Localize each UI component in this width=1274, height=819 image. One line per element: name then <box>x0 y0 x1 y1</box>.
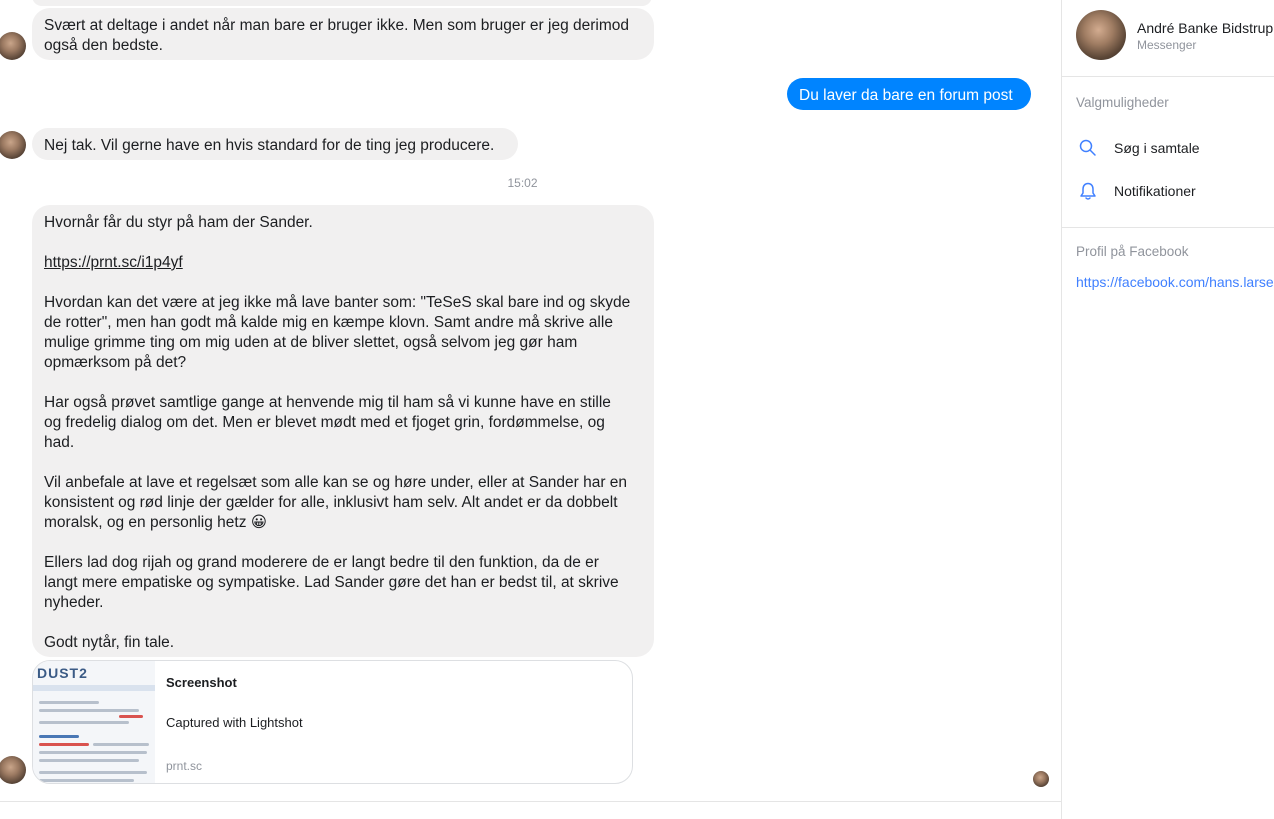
contact-avatar[interactable] <box>0 756 26 784</box>
contact-avatar[interactable] <box>0 32 26 60</box>
message-paragraph: Hvornår får du styr på ham der Sander. <box>44 214 313 231</box>
message-bubble: Nej tak. Vil gerne have en hvis standard… <box>32 128 518 160</box>
link-preview-description: Captured with Lightshot <box>166 715 303 730</box>
thumbnail-line <box>39 759 139 762</box>
message-bubble-outgoing: Du laver da bare en forum post <box>787 78 1031 110</box>
notifications-option[interactable]: Notifikationer <box>1076 177 1274 205</box>
facebook-profile-heading: Profil på Facebook <box>1076 244 1189 259</box>
thumbnail-line <box>93 743 149 746</box>
thumbnail-line <box>39 779 134 782</box>
thumbnail-logo: DUST2 <box>37 665 88 681</box>
divider <box>1062 76 1274 77</box>
message-bubble-long: Hvornår får du styr på ham der Sander. h… <box>32 205 654 657</box>
message-bubble: Svært at deltage i andet når man bare er… <box>32 8 654 60</box>
message-paragraph: Godt nytår, fin tale. <box>44 634 175 651</box>
link-preview-domain: prnt.sc <box>166 759 203 773</box>
profile-name[interactable]: André Banke Bidstrup <box>1137 20 1273 36</box>
message-timestamp: 15:02 <box>507 176 538 190</box>
thumbnail-line <box>119 715 143 718</box>
message-paragraph: Hvordan kan det være at jeg ikke må lave… <box>44 294 631 371</box>
thumbnail-line <box>39 701 99 704</box>
search-conversation-label: Søg i samtale <box>1114 140 1200 156</box>
previous-message-bubble <box>32 0 652 6</box>
options-heading: Valgmuligheder <box>1076 95 1169 110</box>
conversation-info-panel: André Banke Bidstrup Messenger Valgmulig… <box>1061 0 1274 819</box>
grinning-emoji-icon: 😀 <box>250 514 267 531</box>
contact-avatar[interactable] <box>0 131 26 159</box>
bell-icon <box>1078 181 1098 201</box>
thumbnail-line <box>39 743 89 746</box>
thumbnail-line <box>39 751 147 754</box>
thumbnail-line <box>39 735 79 738</box>
message-paragraph: Ellers lad dog rijah og grand moderere d… <box>44 554 619 611</box>
thumbnail-line <box>39 709 139 712</box>
message-link[interactable]: https://prnt.sc/i1p4yf <box>44 254 183 271</box>
link-preview-title: Screenshot <box>166 675 237 690</box>
profile-avatar[interactable] <box>1076 10 1126 60</box>
search-icon <box>1078 138 1098 158</box>
thumbnail-nav-bar <box>33 685 155 691</box>
message-paragraph: Har også prøvet samtlige gange at henven… <box>44 394 611 451</box>
notifications-label: Notifikationer <box>1114 183 1196 199</box>
message-paragraph: Vil anbefale at lave et regelsæt som all… <box>44 474 628 531</box>
link-preview-card[interactable]: DUST2 Screenshot Captured with Lightshot… <box>32 660 633 784</box>
profile-subtitle: Messenger <box>1137 38 1197 52</box>
divider <box>1062 227 1274 228</box>
link-preview-thumbnail: DUST2 <box>33 661 155 783</box>
seen-receipt-avatar <box>1033 771 1049 787</box>
search-conversation-option[interactable]: Søg i samtale <box>1076 134 1274 162</box>
thumbnail-line <box>39 771 147 774</box>
thumbnail-line <box>39 721 129 724</box>
facebook-profile-link[interactable]: https://facebook.com/hans.larsen <box>1076 274 1274 290</box>
composer-divider <box>0 801 1061 802</box>
message-thread: Svært at deltage i andet når man bare er… <box>0 0 1061 819</box>
